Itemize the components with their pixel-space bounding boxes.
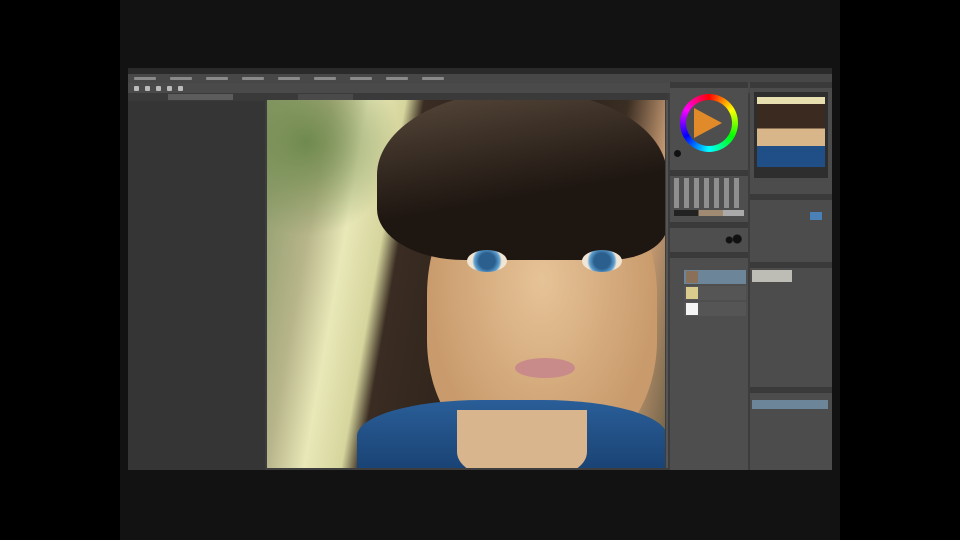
neck: [457, 410, 587, 468]
open-icon[interactable]: [145, 85, 150, 91]
color-bar[interactable]: [674, 210, 744, 216]
layer-thumbnail: [686, 303, 698, 315]
canvas-scrollbar[interactable]: [666, 100, 668, 468]
layer-item[interactable]: [684, 302, 746, 316]
menu-item[interactable]: [242, 77, 264, 80]
menu-item[interactable]: [278, 77, 300, 80]
layer-thumbnail: [686, 287, 698, 299]
canvas[interactable]: [267, 100, 665, 468]
left-panel: [128, 101, 265, 470]
menu-item[interactable]: [386, 77, 408, 80]
app-window: [128, 68, 832, 470]
tool-property-header: [750, 194, 832, 200]
hair: [377, 100, 665, 260]
navigator-panel-column: [750, 82, 832, 470]
brush-preview: [752, 270, 792, 282]
navigator[interactable]: [754, 92, 828, 178]
layer-item[interactable]: [684, 270, 746, 284]
layer-panel-header: [670, 252, 748, 258]
save-icon[interactable]: [156, 85, 161, 91]
current-color-swatch[interactable]: [674, 150, 681, 157]
sub-tool-item[interactable]: [752, 400, 828, 409]
menu-item[interactable]: [170, 77, 192, 80]
sub-tool-header: [750, 387, 832, 393]
brush-settings-header: [750, 262, 832, 268]
option-button[interactable]: [810, 212, 822, 220]
color-wheel-icon[interactable]: [680, 94, 738, 152]
layer-item[interactable]: [684, 286, 746, 300]
brush-size-header: [670, 222, 748, 228]
lips: [515, 358, 575, 378]
tool-panel-column: [670, 82, 748, 470]
left-eye: [467, 250, 507, 272]
canvas-tab[interactable]: [168, 94, 233, 100]
menu-item[interactable]: [206, 77, 228, 80]
menu-item[interactable]: [314, 77, 336, 80]
undo-icon[interactable]: [167, 85, 172, 91]
layer-thumbnail: [686, 271, 698, 283]
menu-item[interactable]: [422, 77, 444, 80]
color-panel-header: [670, 82, 748, 88]
menu-item[interactable]: [350, 77, 372, 80]
new-icon[interactable]: [134, 85, 139, 91]
redo-icon[interactable]: [178, 85, 183, 91]
brush-size-icon[interactable]: [710, 234, 742, 244]
color-triangle[interactable]: [694, 108, 722, 138]
navigator-thumbnail: [757, 97, 825, 167]
navigator-header: [750, 82, 832, 88]
tool-icons[interactable]: [674, 178, 744, 208]
tool-panel-header: [670, 170, 748, 176]
right-eye: [582, 250, 622, 272]
menu-item[interactable]: [134, 77, 156, 80]
